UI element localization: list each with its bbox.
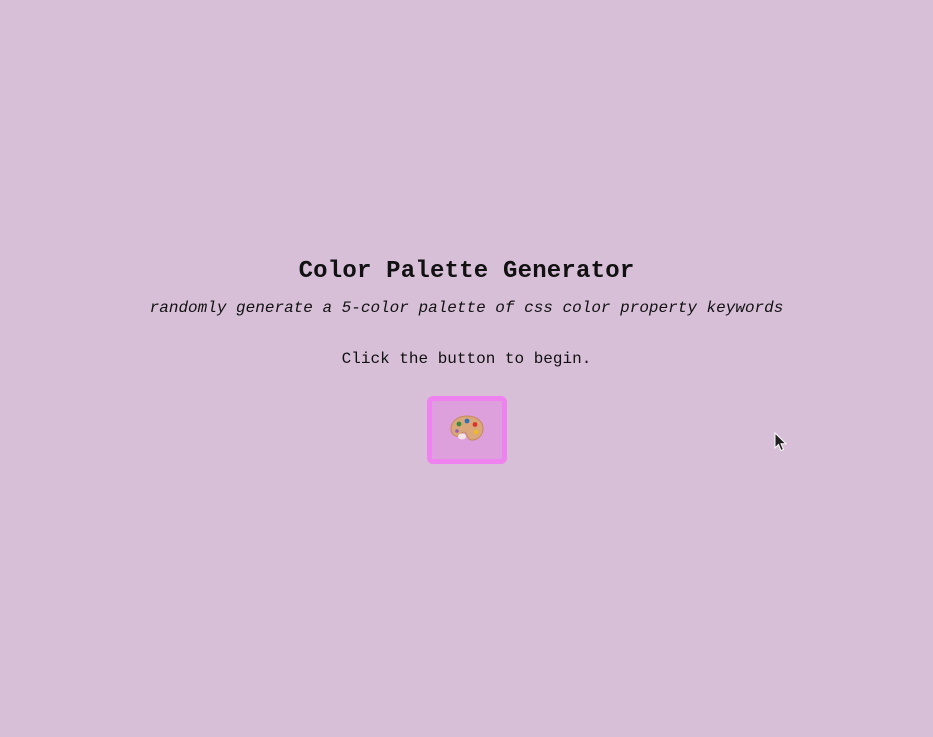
page-title: Color Palette Generator: [298, 258, 635, 285]
button-container: [0, 396, 933, 464]
palette-icon: [449, 413, 485, 448]
generate-palette-button[interactable]: [426, 396, 507, 464]
page-subtitle: randomly generate a 5-color palette of c…: [149, 299, 784, 317]
page: Color Palette Generator randomly generat…: [0, 0, 933, 737]
main-content: Color Palette Generator randomly generat…: [0, 255, 933, 464]
mouse-cursor-icon: [774, 432, 788, 452]
status-text: Click the button to begin.: [341, 350, 592, 368]
